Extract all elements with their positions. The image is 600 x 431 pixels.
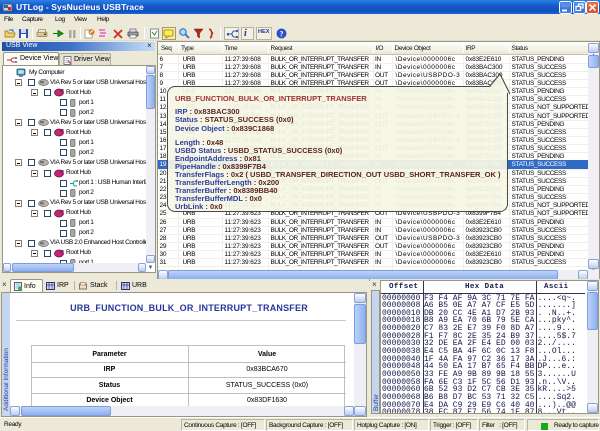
svg-text:?: ?	[280, 30, 284, 39]
